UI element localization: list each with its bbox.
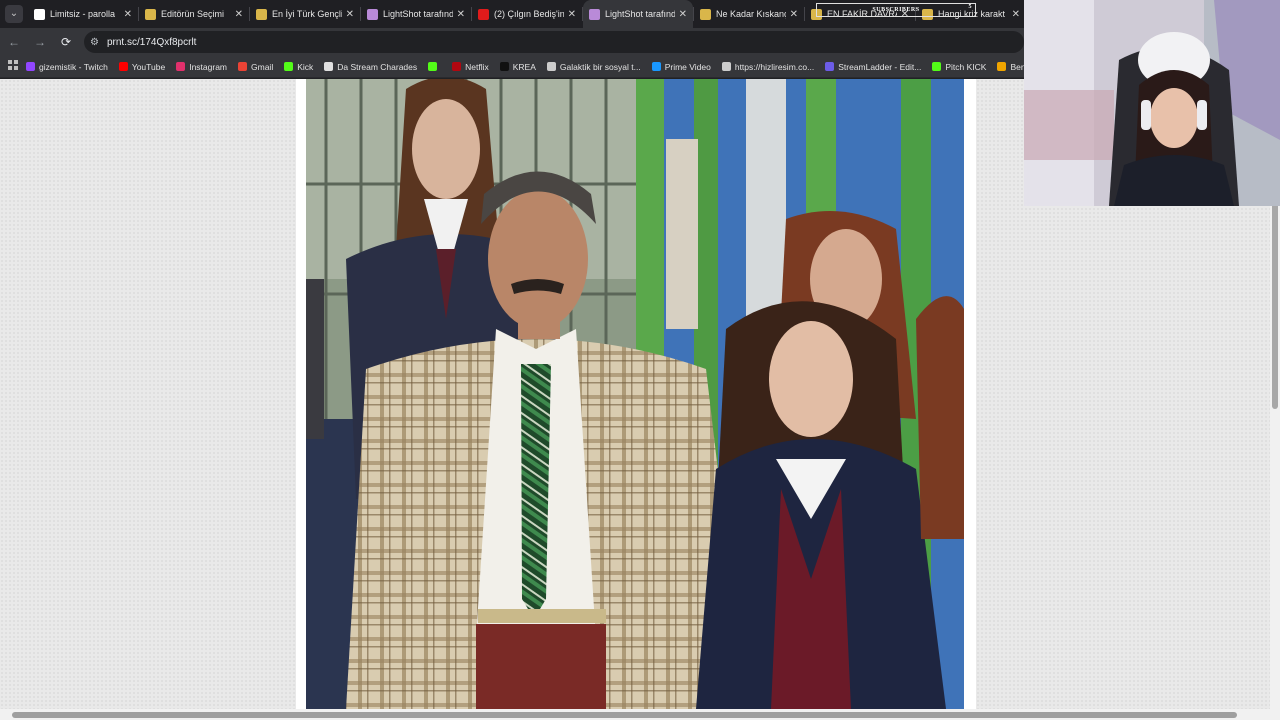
close-tab-icon[interactable]: ✕: [679, 9, 687, 20]
horizontal-scroll-thumb[interactable]: [12, 712, 1237, 718]
bookmark-favicon-icon: [428, 62, 438, 71]
bookmark-item[interactable]: KREA: [499, 61, 536, 72]
bookmark-favicon-icon: [26, 62, 35, 71]
bookmark-label: KREA: [512, 61, 536, 72]
close-tab-icon[interactable]: ✕: [457, 9, 465, 20]
forward-button[interactable]: →: [28, 30, 52, 54]
bookmark-favicon-icon: [238, 62, 248, 71]
bookmark-label: gizemistik - Twitch: [39, 61, 108, 72]
bookmark-item[interactable]: YouTube: [118, 61, 166, 72]
browser-tab[interactable]: (2) Çılgın Bediş'in ✕: [472, 0, 582, 28]
tab-title: Limitsiz - parolla: [50, 9, 116, 19]
bookmark-label: Da Stream Charades: [337, 61, 418, 72]
tab-title: (2) Çılgın Bediş'in: [494, 9, 564, 19]
tab-favicon-icon: [478, 8, 489, 20]
bookmark-favicon-icon: [284, 62, 294, 71]
site-settings-icon[interactable]: ⚙: [90, 37, 99, 48]
bookmark-favicon-icon: [721, 62, 731, 71]
browser-tab[interactable]: En İyi Türk Gençli ✕: [250, 0, 360, 28]
bookmark-label: https://hizliresim.co...: [734, 61, 815, 72]
bookmark-item[interactable]: https://hizliresim.co...: [721, 61, 815, 72]
subscribers-overlay: SUBSCRIBERS 5: [816, 3, 976, 17]
bookmark-favicon-icon: [932, 62, 942, 71]
bookmark-favicon-icon: [324, 62, 334, 71]
photo-illustration: [306, 79, 964, 709]
horizontal-scrollbar[interactable]: [0, 709, 1280, 720]
reload-button[interactable]: ⟳: [54, 30, 78, 54]
bookmark-item[interactable]: [428, 62, 441, 71]
bookmark-item[interactable]: Gmail: [238, 62, 273, 72]
subscribers-label: SUBSCRIBERS: [872, 7, 920, 13]
bookmark-label: YouTube: [131, 61, 166, 72]
bookmark-item[interactable]: Prime Video: [651, 61, 711, 72]
tab-title: Ne Kadar Kıskanç: [716, 9, 786, 19]
tab-title: En İyi Türk Gençli: [272, 9, 342, 19]
close-tab-icon[interactable]: ✕: [568, 9, 576, 20]
tab-favicon-icon: [589, 8, 600, 20]
bookmark-item[interactable]: Pitch KICK: [932, 62, 986, 72]
tab-title: LightShot tarafınd: [605, 9, 675, 19]
tab-title: LightShot tarafınd: [383, 9, 453, 19]
apps-grid-icon[interactable]: [0, 60, 26, 73]
bookmark-item[interactable]: Instagram: [176, 62, 227, 72]
tab-favicon-icon: [256, 8, 267, 20]
bookmark-favicon-icon: [825, 62, 835, 71]
bookmark-favicon-icon: [118, 62, 128, 71]
bookmark-item[interactable]: Galaktik bir sosyal t...: [546, 61, 641, 72]
bookmark-label: Netflix: [465, 61, 489, 72]
bookmark-item[interactable]: Netflix: [452, 62, 489, 72]
browser-tab[interactable]: LightShot tarafınd ✕: [583, 0, 693, 28]
bookmark-item[interactable]: StreamLadder - Edit...: [825, 62, 921, 72]
subscribers-count: 5: [968, 4, 972, 10]
browser-tab[interactable]: Ne Kadar Kıskanç ✕: [694, 0, 804, 28]
bookmark-label: StreamLadder - Edit...: [838, 61, 922, 72]
arrow-left-icon: ←: [8, 35, 20, 49]
close-tab-icon[interactable]: ✕: [790, 9, 798, 20]
tab-title: Editörün Seçimi: [161, 9, 225, 19]
bookmark-item[interactable]: Kick: [284, 62, 313, 72]
close-tab-icon[interactable]: ✕: [346, 9, 354, 20]
browser-tab[interactable]: Limitsiz - parolla ✕: [28, 0, 138, 28]
bookmark-favicon-icon: [546, 62, 556, 71]
bookmark-favicon-icon: [499, 62, 509, 71]
close-tab-icon[interactable]: ✕: [235, 9, 243, 20]
chevron-down-icon: ⌄: [5, 5, 23, 23]
bookmark-favicon-icon: [997, 62, 1007, 71]
close-tab-icon[interactable]: ✕: [124, 9, 132, 20]
bookmark-label: Prime Video: [664, 61, 711, 72]
arrow-right-icon: →: [34, 35, 46, 49]
bookmark-favicon-icon: [176, 62, 186, 71]
bookmark-item[interactable]: gizemistik - Twitch: [26, 62, 108, 72]
back-button[interactable]: ←: [2, 30, 26, 54]
tab-favicon-icon: [367, 8, 378, 20]
url-text: prnt.sc/174Qxf8pcrlt: [106, 36, 197, 48]
tab-favicon-icon: [700, 8, 711, 20]
tab-favicon-icon: [145, 8, 156, 20]
webcam-illustration: [1024, 0, 1280, 206]
bookmark-item[interactable]: Da Stream Charades: [324, 62, 417, 72]
bookmark-favicon-icon: [452, 62, 462, 71]
webcam-overlay: [1024, 0, 1280, 206]
bookmark-favicon-icon: [651, 62, 661, 71]
tab-favicon-icon: [34, 8, 45, 20]
close-tab-icon[interactable]: ✕: [1012, 9, 1020, 20]
address-bar[interactable]: ⚙ prnt.sc/174Qxf8pcrlt: [84, 31, 1024, 53]
bookmark-label: Kick: [297, 61, 314, 72]
browser-tab[interactable]: Editörün Seçimi ✕: [139, 0, 249, 28]
grid-icon: [8, 60, 18, 70]
screenshot-image[interactable]: [306, 79, 964, 709]
bookmark-label: Galaktik bir sosyal t...: [559, 61, 641, 72]
bookmark-label: Instagram: [189, 61, 228, 72]
reload-icon: ⟳: [60, 35, 72, 49]
tab-search-button[interactable]: ⌄: [0, 0, 28, 28]
browser-tab[interactable]: LightShot tarafınd ✕: [361, 0, 471, 28]
bookmark-label: Pitch KICK: [945, 61, 987, 72]
bookmark-label: Gmail: [251, 61, 274, 72]
